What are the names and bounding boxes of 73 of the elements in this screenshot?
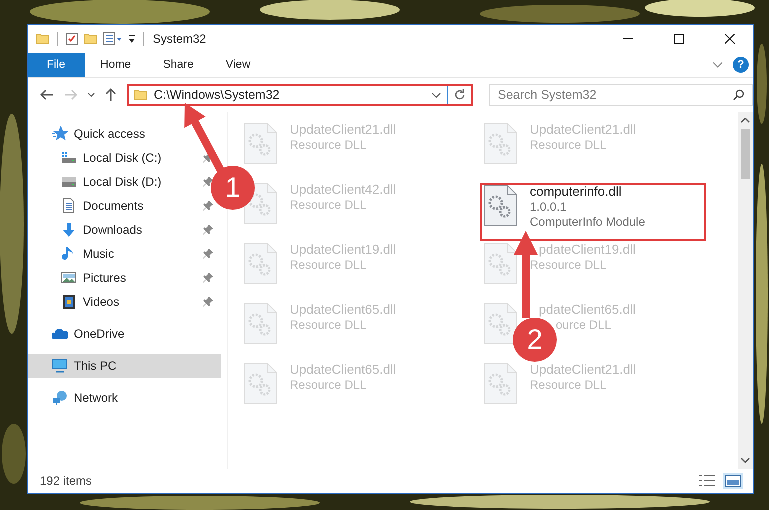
file-detail: Resource DLL	[290, 318, 367, 333]
nav-item[interactable]: Pictures	[61, 270, 126, 286]
nav-item[interactable]: Downloads	[61, 222, 142, 238]
scrollbar[interactable]	[738, 112, 753, 469]
chevron-down-icon[interactable]	[713, 62, 723, 68]
back-arrow-icon[interactable]	[40, 89, 54, 101]
file-name[interactable]: computerinfo.dll	[530, 185, 622, 200]
nav-item[interactable]: Local Disk (D:)	[61, 174, 162, 190]
network-icon	[52, 390, 68, 406]
picture-icon	[61, 270, 77, 286]
folder-icon	[134, 89, 148, 101]
film-icon	[61, 294, 77, 310]
cloud-icon	[52, 326, 68, 342]
document-icon	[61, 198, 77, 214]
pin-icon[interactable]	[203, 201, 213, 211]
scroll-down-icon[interactable]	[741, 458, 750, 463]
nav-item[interactable]: Local Disk (C:)	[61, 150, 162, 166]
pin-icon[interactable]	[203, 297, 213, 307]
refresh-icon[interactable]	[454, 89, 466, 101]
star-icon	[52, 126, 68, 142]
search-field[interactable]: Search System32	[489, 84, 753, 106]
gear-file-icon[interactable]	[484, 185, 518, 227]
address-bar[interactable]: C:\Windows\System32	[127, 84, 473, 106]
pin-icon[interactable]	[203, 273, 213, 283]
file-detail: ComputerInfo Module	[530, 215, 646, 230]
folder-icon[interactable]	[36, 33, 50, 45]
down-arrow-icon	[61, 222, 77, 238]
file-detail: Resource DLL	[530, 378, 607, 393]
file-detail: Resource DLL	[290, 138, 367, 153]
nav-item[interactable]: OneDrive	[52, 326, 125, 342]
drive-icon	[61, 150, 77, 166]
address-path: C:\Windows\System32	[154, 88, 280, 102]
checklist-icon[interactable]	[65, 32, 79, 46]
file-detail: Resource DLL	[530, 138, 607, 153]
nav-item[interactable]: Videos	[61, 294, 120, 310]
up-arrow-icon[interactable]	[105, 88, 117, 102]
file-detail: Resource DLL	[530, 258, 607, 273]
pin-icon[interactable]	[203, 153, 213, 163]
file-detail: ource DLL	[556, 318, 612, 333]
ribbon-tab[interactable]: View	[210, 53, 267, 77]
scrollbar-thumb[interactable]	[741, 129, 750, 179]
file-detail: 1.0.0.1	[530, 200, 567, 215]
close-icon	[725, 34, 735, 44]
pin-icon[interactable]	[203, 177, 213, 187]
scroll-up-icon[interactable]	[741, 118, 750, 123]
window-title: System32	[153, 32, 206, 46]
item-count: 192 items	[40, 474, 92, 488]
help-button[interactable]: ?	[733, 57, 749, 73]
folder-icon[interactable]	[84, 33, 98, 45]
drive-icon	[61, 174, 77, 190]
chevron-down-icon[interactable]	[432, 92, 441, 98]
maximize-icon	[674, 34, 684, 44]
nav-item[interactable]: Documents	[61, 198, 144, 214]
file-detail: Resource DLL	[290, 258, 367, 273]
monitor-icon	[52, 358, 68, 374]
properties-icon[interactable]	[103, 32, 123, 46]
large-icons-view-icon[interactable]	[723, 473, 743, 489]
ribbon-tab[interactable]: Share	[147, 53, 210, 77]
details-view-icon[interactable]	[697, 473, 717, 489]
nav-item[interactable]: This PC	[28, 354, 221, 378]
nav-item[interactable]: Quick access	[52, 126, 146, 142]
file-detail: Resource DLL	[290, 198, 367, 213]
file-detail: Resource DLL	[290, 378, 367, 393]
nav-item[interactable]: Music	[61, 246, 114, 262]
pin-icon[interactable]	[203, 225, 213, 235]
pin-icon[interactable]	[203, 249, 213, 259]
ribbon-tab[interactable]: Home	[84, 53, 148, 77]
nav-item[interactable]: Network	[52, 390, 118, 406]
dropdown-icon[interactable]	[128, 34, 136, 44]
ribbon-tab[interactable]: File	[28, 53, 85, 77]
chevron-down-icon[interactable]	[88, 93, 95, 97]
minimize-icon	[623, 38, 633, 40]
file-item[interactable]: computerinfo.dll 1.0.0.1 ComputerInfo Module	[480, 183, 706, 241]
